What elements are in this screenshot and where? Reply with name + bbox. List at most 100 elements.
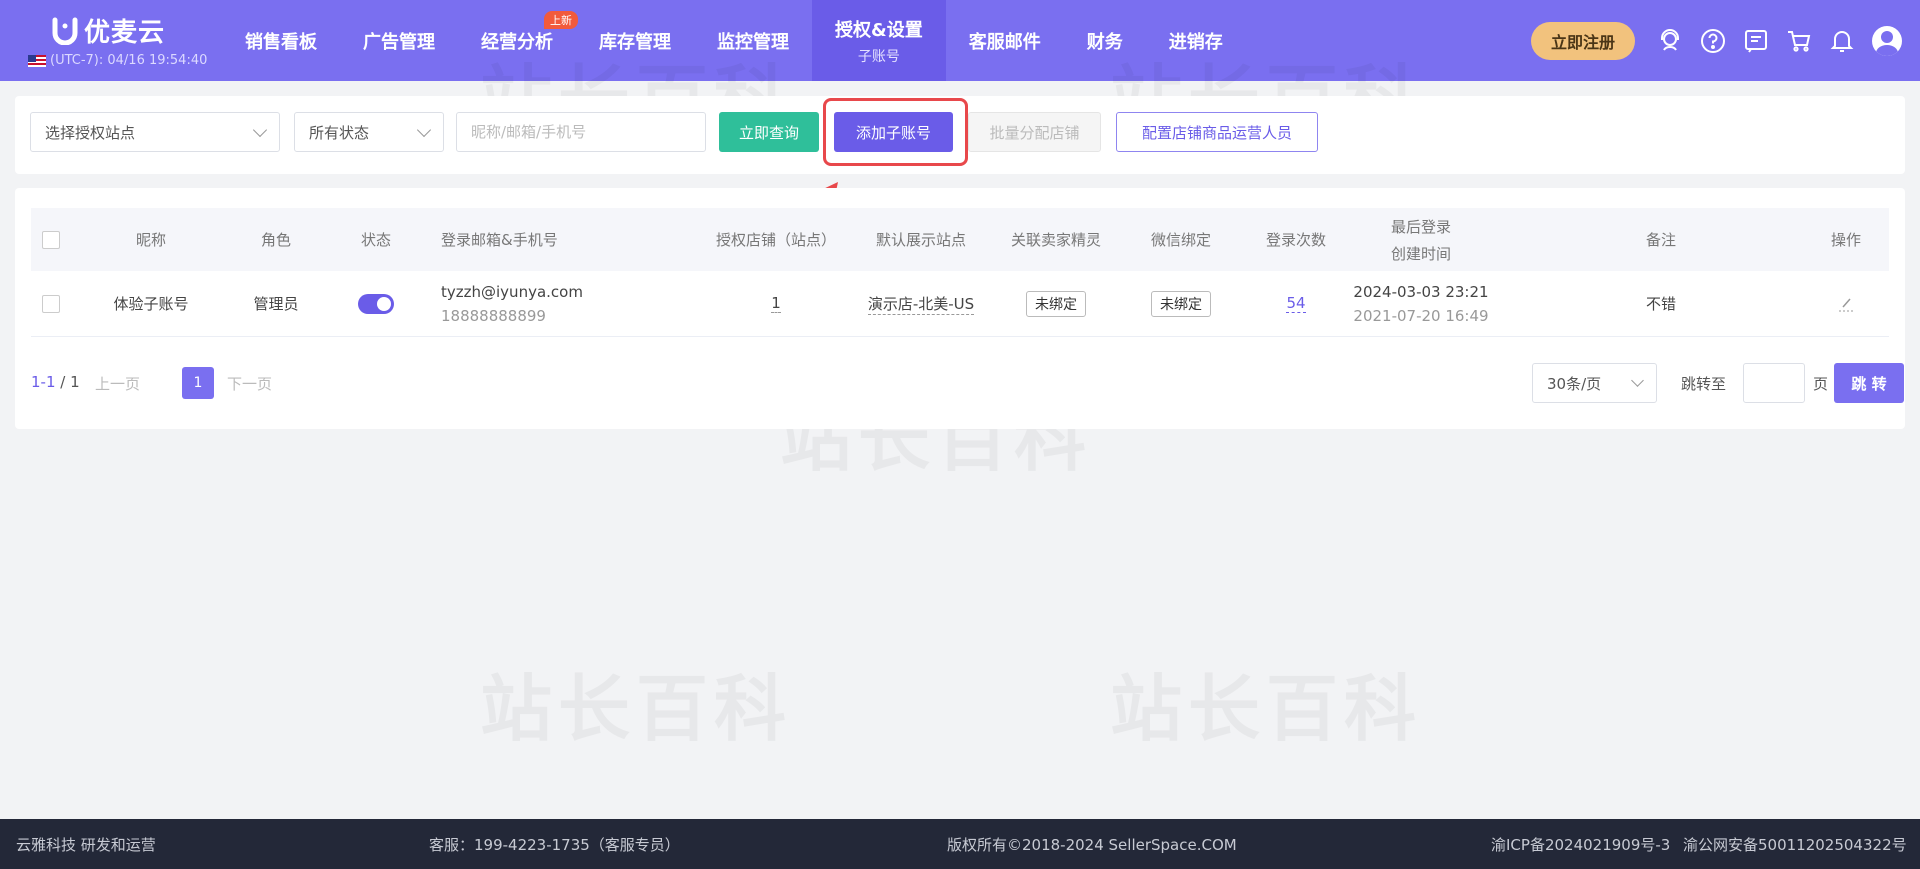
footer: 云雅科技 研发和运营 客服：199-4223-1735（客服专员） 版权所有©2… bbox=[0, 819, 1920, 869]
status-select-value: 所有状态 bbox=[309, 123, 370, 142]
header-login: 登录邮箱&手机号 bbox=[441, 231, 558, 249]
login-count-link[interactable]: 54 bbox=[1286, 294, 1306, 313]
nav-sub-label: 子账号 bbox=[857, 48, 900, 65]
logo[interactable]: 优麦云 bbox=[52, 12, 165, 49]
cell-shops: 1 bbox=[736, 271, 816, 336]
cell-nickname: 体验子账号 bbox=[113, 295, 189, 313]
header-time: 最后登录 创建时间 bbox=[1341, 208, 1501, 271]
bell-icon[interactable] bbox=[1829, 28, 1855, 54]
cell-remark: 不错 bbox=[1645, 295, 1676, 313]
header-nickname: 昵称 bbox=[135, 231, 166, 249]
register-button[interactable]: 立即注册 bbox=[1530, 21, 1635, 60]
add-sub-account-button[interactable]: 添加子账号 bbox=[834, 112, 953, 152]
header-wechat: 微信绑定 bbox=[1150, 231, 1211, 249]
cell-status bbox=[336, 271, 416, 336]
goto-page-input[interactable] bbox=[1743, 363, 1805, 403]
timezone-clock: (UTC-7): 04/16 19:54:40 bbox=[28, 53, 207, 68]
nav-item-analysis[interactable]: 经营分析 上新 bbox=[458, 0, 578, 81]
message-icon[interactable] bbox=[1743, 28, 1769, 54]
page-size-value: 30条/页 bbox=[1547, 374, 1602, 393]
clock-text: (UTC-7): 04/16 19:54:40 bbox=[50, 53, 208, 68]
jump-button[interactable]: 跳 转 bbox=[1834, 363, 1904, 403]
customer-service-icon[interactable] bbox=[1657, 28, 1683, 54]
status-toggle[interactable] bbox=[358, 293, 394, 314]
header-status: 状态 bbox=[360, 231, 391, 249]
nav-label: 监控管理 bbox=[717, 31, 789, 53]
range-text: 1-1 bbox=[31, 373, 56, 391]
nav-label: 经营分析 bbox=[481, 31, 553, 53]
cell-phone: 18888888899 bbox=[441, 306, 546, 325]
goto-label: 跳转至 bbox=[1681, 375, 1727, 393]
cell-email: tyzzh@iyunya.com bbox=[441, 282, 583, 301]
footer-company: 云雅科技 研发和运营 bbox=[16, 836, 156, 854]
cell-login-count: 54 bbox=[1246, 271, 1346, 336]
nav-label: 授权&设置 bbox=[835, 19, 923, 41]
nav-item-inventory[interactable]: 库存管理 bbox=[576, 0, 694, 81]
filter-bar: 选择授权站点 所有状态 立即查询 添加子账号 批量分配店铺 配置店铺商品运营人员 bbox=[15, 96, 1905, 174]
nav-label: 进销存 bbox=[1168, 31, 1223, 53]
search-input[interactable] bbox=[456, 112, 706, 152]
nav-item-finance[interactable]: 财务 bbox=[1064, 0, 1146, 81]
nav-item-auth-settings[interactable]: 授权&设置 子账号 bbox=[812, 0, 946, 81]
prev-page-button[interactable]: 上一页 bbox=[95, 373, 140, 394]
brand-name: 优麦云 bbox=[84, 18, 166, 48]
cell-last-login: 2024-03-03 23:21 bbox=[1353, 282, 1489, 301]
footer-police-link[interactable]: 渝公网安备50011202504322号 bbox=[1683, 834, 1907, 855]
cart-icon[interactable] bbox=[1786, 28, 1812, 54]
seller-elf-tag[interactable]: 未绑定 bbox=[1026, 290, 1086, 317]
batch-assign-shop-button[interactable]: 批量分配店铺 bbox=[968, 112, 1101, 152]
site-select[interactable]: 选择授权站点 bbox=[30, 112, 280, 152]
nav-item-purchase-sales[interactable]: 进销存 bbox=[1146, 0, 1246, 81]
row-checkbox[interactable] bbox=[42, 294, 60, 313]
status-select[interactable]: 所有状态 bbox=[294, 112, 444, 152]
footer-icp-link[interactable]: 渝ICP备2024021909号-3 bbox=[1491, 834, 1670, 855]
header-login-count: 登录次数 bbox=[1265, 231, 1326, 249]
us-flag-icon bbox=[28, 54, 46, 67]
sub-account-table-card: 昵称 角色 状态 登录邮箱&手机号 授权店铺（站点） 默认展示站点 关联卖家精灵… bbox=[15, 188, 1905, 429]
pagination: 1-1 / 1 上一页 1 下一页 30条/页 跳转至 页 跳 转 bbox=[31, 363, 1904, 403]
table-row: 体验子账号 管理员 tyzzh@iyunya.com 18888888899 1… bbox=[31, 271, 1889, 337]
page-unit-label: 页 bbox=[1813, 375, 1829, 393]
cell-default-site: 演示店-北美-US bbox=[856, 271, 986, 336]
default-site-link[interactable]: 演示店-北美-US bbox=[867, 293, 975, 315]
header-seller-elf: 关联卖家精灵 bbox=[1010, 231, 1101, 249]
footer-copyright: 版权所有©2018-2024 SellerSpace.COM bbox=[947, 836, 1237, 854]
next-page-button[interactable]: 下一页 bbox=[227, 373, 272, 394]
wechat-tag[interactable]: 未绑定 bbox=[1151, 290, 1211, 317]
header-remark: 备注 bbox=[1645, 231, 1676, 249]
cell-login: tyzzh@iyunya.com 18888888899 bbox=[441, 271, 701, 336]
chevron-down-icon bbox=[252, 122, 268, 137]
help-icon[interactable] bbox=[1700, 28, 1726, 54]
select-all-checkbox-cell bbox=[41, 208, 61, 271]
query-button[interactable]: 立即查询 bbox=[719, 112, 819, 152]
watermark: 站长百科 bbox=[480, 650, 792, 755]
top-right-actions: 立即注册 bbox=[1530, 0, 1920, 81]
cell-wechat: 未绑定 bbox=[1131, 271, 1231, 336]
header-role: 角色 bbox=[260, 231, 291, 249]
cell-role: 管理员 bbox=[253, 295, 299, 313]
table-header: 昵称 角色 状态 登录邮箱&手机号 授权店铺（站点） 默认展示站点 关联卖家精灵… bbox=[31, 208, 1889, 271]
nav-label: 财务 bbox=[1086, 31, 1123, 53]
edit-icon[interactable] bbox=[1837, 295, 1855, 313]
header-created: 创建时间 bbox=[1390, 244, 1451, 263]
cell-time: 2024-03-03 23:21 2021-07-20 16:49 bbox=[1341, 271, 1501, 336]
header-default-site: 默认展示站点 bbox=[875, 231, 966, 249]
nav-item-sales-board[interactable]: 销售看板 bbox=[222, 0, 340, 81]
shops-count-link[interactable]: 1 bbox=[771, 294, 781, 313]
page-range: 1-1 / 1 bbox=[31, 373, 80, 391]
select-all-checkbox[interactable] bbox=[42, 230, 60, 249]
nav-item-service-mail[interactable]: 客服邮件 bbox=[946, 0, 1064, 81]
config-operator-button[interactable]: 配置店铺商品运营人员 bbox=[1116, 112, 1318, 152]
new-badge: 上新 bbox=[544, 11, 578, 29]
nav-item-ads[interactable]: 广告管理 bbox=[340, 0, 458, 81]
footer-service: 客服：199-4223-1735（客服专员） bbox=[429, 836, 680, 854]
nav-label: 销售看板 bbox=[245, 31, 317, 53]
nav-item-monitor[interactable]: 监控管理 bbox=[694, 0, 812, 81]
page-size-select[interactable]: 30条/页 bbox=[1532, 363, 1657, 403]
watermark: 站长百科 bbox=[1110, 650, 1422, 755]
page-number-button[interactable]: 1 bbox=[182, 367, 214, 399]
main-nav: 销售看板 广告管理 经营分析 上新 库存管理 监控管理 授权&设置 子账号 客服… bbox=[222, 0, 1246, 81]
nav-label: 客服邮件 bbox=[968, 31, 1041, 53]
cell-seller-elf: 未绑定 bbox=[991, 271, 1121, 336]
user-avatar[interactable] bbox=[1872, 25, 1902, 56]
